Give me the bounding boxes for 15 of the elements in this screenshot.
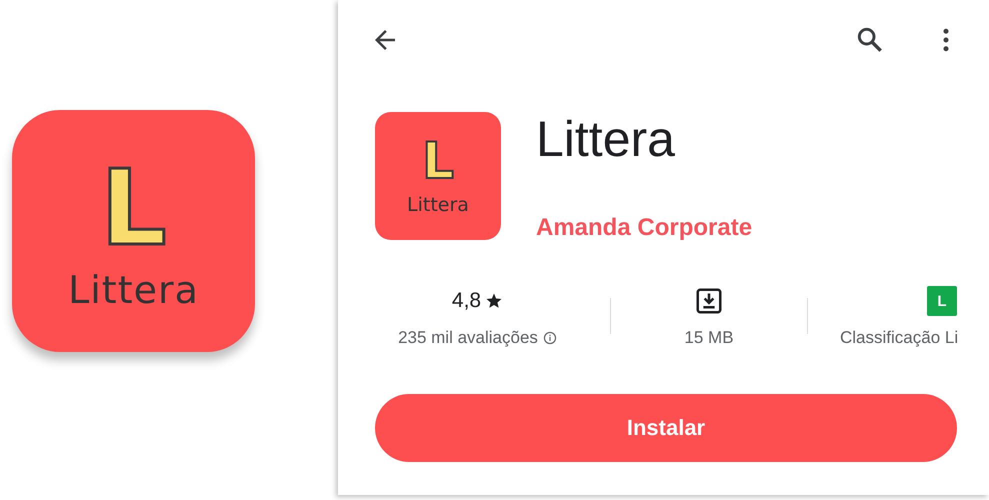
developer-link[interactable]: Amanda Corporate [536, 214, 752, 242]
app-title: Littera [536, 114, 676, 164]
logo-wordmark: Littera [407, 194, 469, 216]
rating-value: 4,8 [452, 289, 482, 313]
content-rating-label: Classificação Li [840, 328, 958, 348]
install-button[interactable]: Instalar [375, 394, 957, 462]
logo-letter: L [422, 136, 454, 186]
info-icon[interactable] [542, 331, 557, 345]
star-icon [485, 292, 504, 310]
app-size: 15 MB [684, 328, 734, 348]
logo-letter: L [100, 156, 167, 260]
download-icon [694, 286, 724, 316]
logo-wordmark: Littera [68, 268, 199, 312]
ratings-count: 235 mil avaliações [398, 328, 538, 348]
age-rating-badge: L [927, 286, 957, 316]
